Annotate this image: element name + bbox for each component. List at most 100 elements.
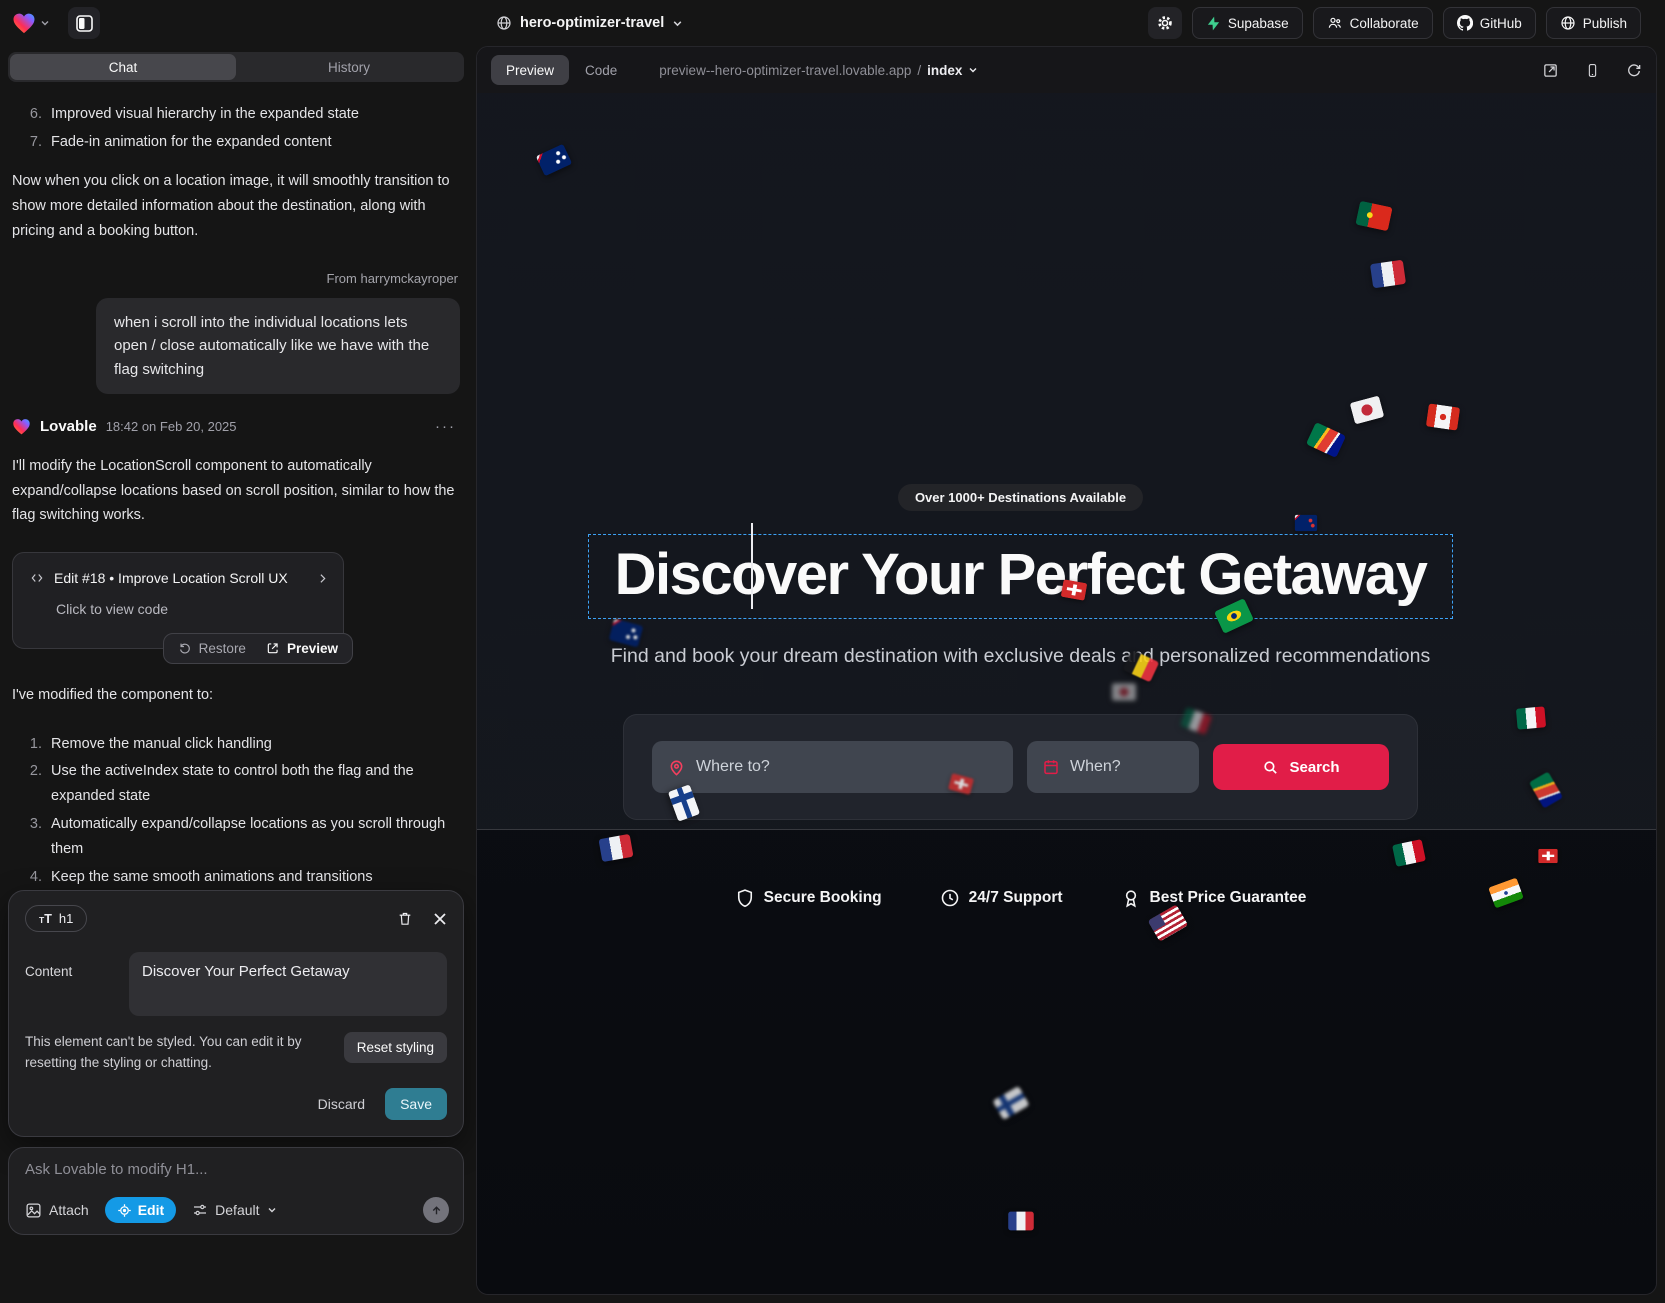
search-button[interactable]: Search: [1213, 744, 1389, 790]
arrow-up-icon: [430, 1204, 443, 1217]
feature-label: Best Price Guarantee: [1150, 889, 1307, 907]
where-field[interactable]: [652, 741, 1013, 793]
lovable-heart-icon: [12, 12, 36, 34]
attach-button[interactable]: Attach: [25, 1202, 89, 1219]
close-icon: [433, 912, 447, 926]
attach-label: Attach: [49, 1202, 89, 1218]
feature-best-price: Best Price Guarantee: [1121, 888, 1307, 908]
close-panel-button[interactable]: [433, 912, 447, 926]
gear-icon: [1156, 14, 1174, 32]
sidebar-tabs: Chat History: [8, 52, 464, 82]
clock-icon: [940, 888, 960, 908]
preview-toolbar: Preview Code preview--hero-optimizer-tra…: [477, 47, 1656, 93]
restore-button[interactable]: Restore: [178, 641, 246, 656]
tab-history[interactable]: History: [236, 54, 462, 80]
github-button[interactable]: GitHub: [1443, 7, 1536, 39]
chat-scroll-area[interactable]: Improved visual hierarchy in the expande…: [8, 92, 464, 888]
composer-input[interactable]: [25, 1161, 449, 1178]
code-icon: [29, 571, 45, 585]
from-label: From harrymckayroper: [12, 268, 458, 290]
model-default-button[interactable]: Default: [192, 1202, 276, 1218]
collaborate-button[interactable]: Collaborate: [1313, 7, 1433, 39]
site-viewport: Over 1000+ Destinations Available Discov…: [477, 93, 1656, 1294]
settings-button[interactable]: [1148, 7, 1182, 39]
preview-url: preview--hero-optimizer-travel.lovable.a…: [659, 63, 911, 78]
mobile-view-button[interactable]: [1585, 62, 1600, 79]
assistant-paragraph: I'll modify the LocationScroll component…: [12, 454, 460, 529]
content-label: Content: [25, 952, 129, 979]
feature-secure-booking: Secure Booking: [735, 888, 882, 908]
url-separator: /: [917, 63, 921, 78]
element-editor-panel: TT h1 Content: [8, 890, 464, 1137]
message-menu-button[interactable]: ···: [431, 418, 460, 435]
top-bar: hero-optimizer-travel Supabase Collabora…: [0, 0, 1665, 46]
sidebar-panel-icon: [76, 15, 93, 32]
selected-heading-box[interactable]: Discover Your Perfect Getaway: [588, 534, 1454, 619]
sidebar-toggle-button[interactable]: [68, 7, 100, 39]
discard-button[interactable]: Discard: [318, 1096, 365, 1112]
supabase-bolt-icon: [1206, 16, 1221, 31]
edit-mode-button[interactable]: Edit: [105, 1197, 176, 1223]
external-link-icon: [1542, 62, 1559, 79]
where-input[interactable]: [696, 758, 998, 776]
publish-label: Publish: [1583, 16, 1627, 31]
text-caret: [751, 523, 753, 609]
hero-title[interactable]: Discover Your Perfect Getaway: [615, 541, 1427, 608]
chevron-down-icon: [968, 65, 978, 75]
assistant-name: Lovable: [40, 414, 97, 440]
destinations-badge: Over 1000+ Destinations Available: [898, 484, 1143, 511]
edit-card-subtitle: Click to view code: [56, 597, 329, 621]
list-item: Use the activeIndex state to control bot…: [46, 759, 460, 809]
usa-flag: [1148, 904, 1189, 941]
when-input[interactable]: [1070, 758, 1184, 776]
reset-styling-button[interactable]: Reset styling: [344, 1032, 447, 1063]
element-tag-pill[interactable]: TT h1: [25, 905, 87, 932]
save-button[interactable]: Save: [385, 1088, 447, 1120]
preview-label: Preview: [287, 641, 338, 656]
list-item: Keep the same smooth animations and tran…: [46, 865, 460, 888]
publish-button[interactable]: Publish: [1546, 7, 1641, 39]
restore-label: Restore: [199, 641, 246, 656]
send-button[interactable]: [423, 1197, 449, 1223]
lovable-heart-icon: [12, 418, 31, 435]
globe-icon: [496, 15, 512, 31]
assistant-paragraph: Now when you click on a location image, …: [12, 169, 460, 244]
preview-url-bar[interactable]: preview--hero-optimizer-travel.lovable.a…: [659, 63, 978, 78]
open-in-new-tab-button[interactable]: [1542, 62, 1559, 79]
delete-element-button[interactable]: [397, 910, 413, 927]
supabase-button[interactable]: Supabase: [1192, 7, 1303, 39]
chevron-down-icon: [672, 18, 683, 29]
lovable-logo-menu[interactable]: [12, 12, 50, 34]
tab-preview[interactable]: Preview: [491, 55, 569, 85]
url-path: index: [927, 63, 962, 78]
styling-note: This element can't be styled. You can ed…: [25, 1032, 330, 1074]
list-item: Improved visual hierarchy in the expande…: [46, 102, 460, 127]
search-label: Search: [1289, 759, 1339, 776]
feature-label: Secure Booking: [764, 889, 882, 907]
feature-label: 24/7 Support: [969, 889, 1063, 907]
trash-icon: [397, 910, 413, 927]
edit-version-card[interactable]: Edit #18 • Improve Location Scroll UX Cl…: [12, 552, 344, 648]
edit-card-title: Edit #18 • Improve Location Scroll UX: [54, 566, 288, 590]
refresh-button[interactable]: [1626, 62, 1642, 78]
shield-icon: [735, 888, 755, 908]
restore-preview-pill: Restore Preview: [163, 633, 353, 664]
assistant-list-main: Remove the manual click handlingUse the …: [12, 732, 460, 889]
attach-image-icon: [25, 1202, 42, 1219]
project-switcher[interactable]: hero-optimizer-travel: [496, 15, 683, 31]
chat-composer: Attach Edit Default: [8, 1147, 464, 1235]
assistant-message-header: Lovable 18:42 on Feb 20, 2025 ···: [12, 414, 460, 440]
collaborate-label: Collaborate: [1350, 16, 1419, 31]
preview-panel: Preview Code preview--hero-optimizer-tra…: [476, 46, 1657, 1295]
restore-icon: [178, 641, 192, 655]
when-field[interactable]: [1027, 741, 1199, 793]
content-textarea[interactable]: Discover Your Perfect Getaway: [129, 952, 447, 1016]
tab-chat[interactable]: Chat: [10, 54, 236, 80]
france-flag: [1008, 1212, 1034, 1231]
github-icon: [1457, 15, 1473, 31]
element-tag-label: h1: [59, 911, 73, 926]
refresh-icon: [1626, 62, 1642, 78]
preview-version-button[interactable]: Preview: [266, 641, 338, 656]
tab-code[interactable]: Code: [585, 63, 617, 78]
feature-support: 24/7 Support: [940, 888, 1063, 908]
